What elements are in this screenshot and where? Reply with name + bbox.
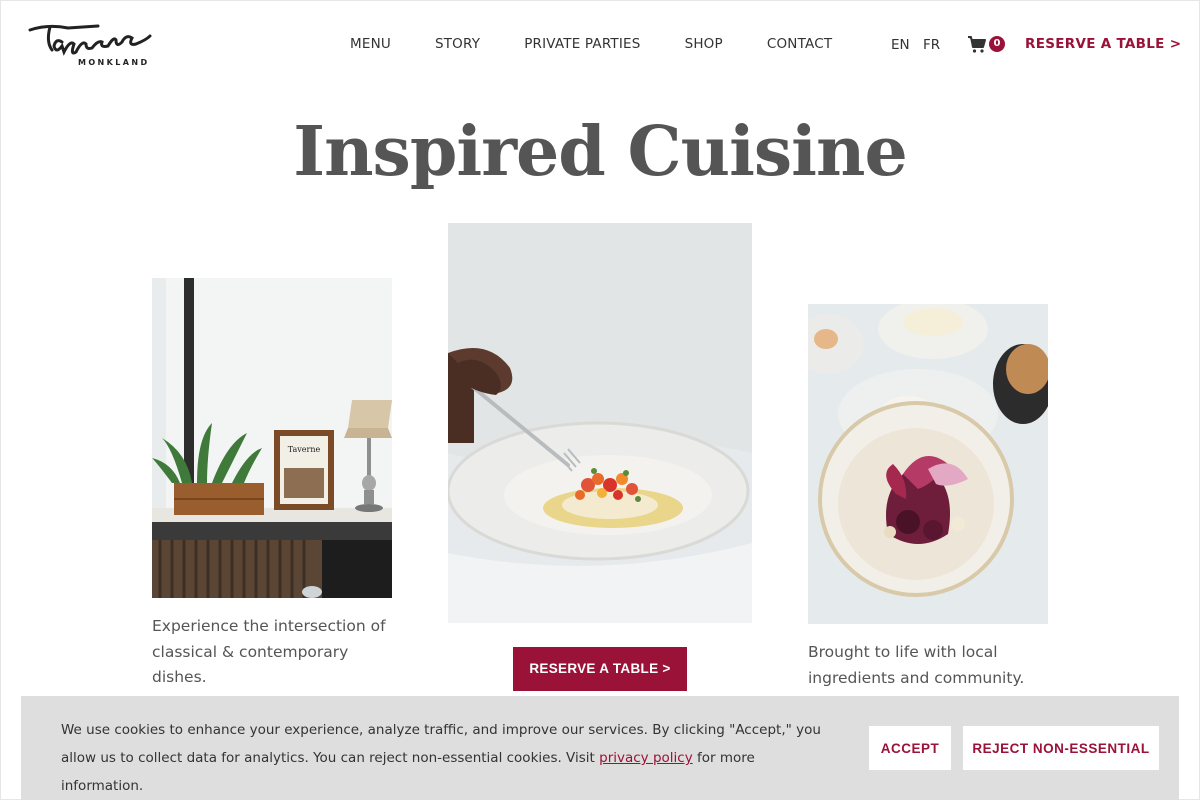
cookie-message: We use cookies to enhance your experienc… [61,716,831,800]
nav-story[interactable]: STORY [435,36,480,52]
caption-left: Experience the intersection of classical… [152,617,386,686]
cookie-banner: We use cookies to enhance your experienc… [21,696,1179,800]
logo-subtext: MONKLAND [78,58,149,67]
language-fr[interactable]: FR [923,37,940,53]
reject-non-essential-button[interactable]: REJECT NON-ESSENTIAL [963,726,1159,770]
page-title: Inspired Cuisine [293,112,907,192]
cart-count-badge: 0 [989,36,1005,52]
logo[interactable]: MONKLAND [28,22,183,68]
reserve-table-header-link[interactable]: RESERVE A TABLE > [1025,36,1181,52]
accept-cookies-button[interactable]: ACCEPT [869,726,951,770]
nav-shop[interactable]: SHOP [685,36,723,52]
cart-button[interactable]: 0 [967,34,1007,54]
plated-dish-photo [448,223,752,623]
nav-contact[interactable]: CONTACT [767,36,832,52]
privacy-policy-link[interactable]: privacy policy [599,750,693,766]
cart-icon [968,36,986,53]
caption-right: Brought to life with local ingredients a… [808,643,1025,687]
language-en[interactable]: EN [891,37,910,53]
svg-text:Taverne: Taverne [288,445,321,454]
nav-menu[interactable]: MENU [350,36,391,52]
restaurant-interior-photo: Taverne [152,278,392,598]
beet-salad-photo [808,304,1048,624]
reserve-table-button[interactable]: RESERVE A TABLE > [513,647,687,691]
main-nav: MENU STORY PRIVATE PARTIES SHOP CONTACT [350,36,876,52]
nav-private-parties[interactable]: PRIVATE PARTIES [524,36,640,52]
